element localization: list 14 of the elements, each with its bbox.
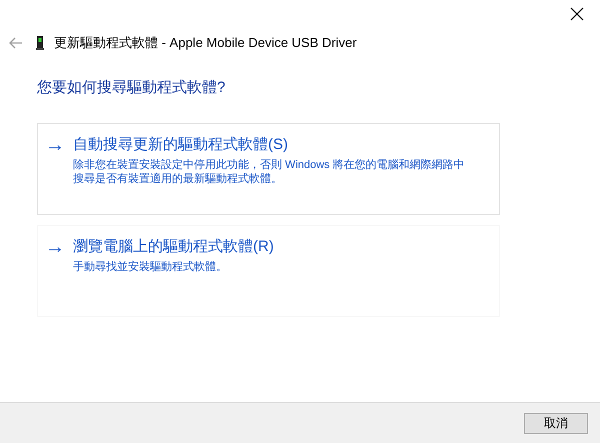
option-card[interactable]: → 瀏覽電腦上的驅動程式軟體(R) 手動尋找並安裝驅動程式軟體。 bbox=[37, 225, 500, 317]
option-card[interactable]: → 自動搜尋更新的驅動程式軟體(S) 除非您在裝置安裝設定中停用此功能，否則 Windows 將在您的電腦和網際網路中搜尋是否有裝置適用的最新驅動程式軟體。 bbox=[37, 123, 500, 215]
option-title: 瀏覽電腦上的驅動程式軟體(R) bbox=[73, 237, 274, 257]
arrow-icon: → bbox=[45, 134, 65, 214]
close-icon bbox=[570, 7, 584, 21]
option-title: 自動搜尋更新的驅動程式軟體(S) bbox=[73, 135, 289, 155]
window-title: 更新驅動程式軟體 - Apple Mobile Device USB Driver bbox=[54, 34, 357, 52]
cancel-button[interactable]: 取消 bbox=[524, 412, 588, 434]
phone-icon bbox=[36, 36, 44, 50]
back-arrow-icon bbox=[9, 37, 23, 49]
arrow-icon: → bbox=[45, 236, 65, 316]
heading: 您要如何搜尋驅動程式軟體? bbox=[37, 78, 226, 97]
option-description: 手動尋找並安裝驅動程式軟體。 bbox=[73, 260, 228, 274]
option-description: 除非您在裝置安裝設定中停用此功能，否則 Windows 將在您的電腦和網際網路中搜尋是否有裝置適用的最新驅動程式軟體。 bbox=[73, 158, 466, 186]
